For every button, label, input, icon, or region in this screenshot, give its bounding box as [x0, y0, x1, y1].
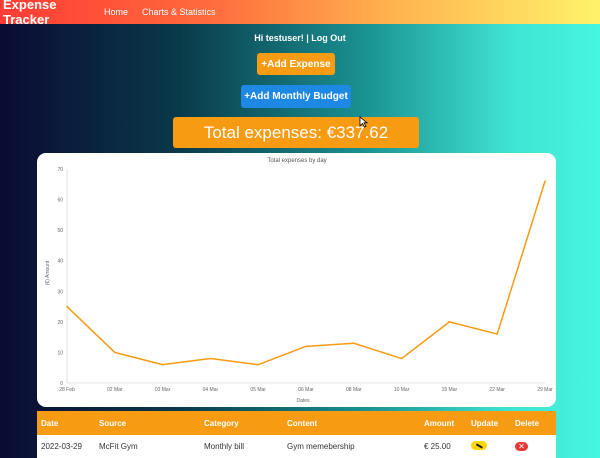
data-point[interactable] — [114, 351, 116, 354]
data-point[interactable] — [448, 321, 451, 323]
edit-pencil-icon[interactable] — [471, 441, 487, 450]
header-amount: Amount — [424, 418, 455, 428]
y-tick-label: 30 — [57, 289, 63, 295]
header-content: Content — [287, 418, 318, 428]
header-category: Category — [204, 418, 239, 428]
x-tick-label: 04 Mar — [203, 387, 219, 393]
nav-link-home[interactable]: Home — [104, 7, 128, 17]
user-greeting-bar: Hi testuser! | Log Out — [0, 33, 600, 43]
chart-title: Total expenses by day — [267, 158, 326, 164]
x-tick-label: 03 Mar — [155, 387, 171, 393]
expenses-chart-card: Total expenses by day 0 10 20 30 40 50 60 70 28… — [37, 153, 556, 407]
y-tick-label: 10 — [57, 350, 63, 356]
mouse-pointer-icon — [359, 116, 368, 128]
x-tick-label: 02 Mar — [107, 387, 123, 393]
y-axis-label: (€) Amount — [45, 260, 51, 285]
data-point[interactable] — [496, 333, 499, 335]
data-point[interactable] — [66, 305, 68, 308]
data-point[interactable] — [305, 345, 307, 348]
x-tick-label: 29 Mar — [537, 387, 553, 393]
x-tick-label: 06 Mar — [298, 387, 314, 393]
header-delete: Delete — [515, 418, 540, 428]
nav-link-charts[interactable]: Charts & Statistics — [142, 7, 216, 17]
cell-date: 2022-03-29 — [41, 442, 82, 451]
x-tick-label: 15 Mar — [442, 387, 458, 393]
header-date: Date — [41, 418, 59, 428]
expenses-line-chart: Total expenses by day 010203040506070 28… — [45, 158, 553, 404]
table-header: Date Source Category Content Amount Upda… — [37, 411, 556, 435]
x-tick-label: 08 Mar — [346, 387, 362, 393]
cell-source: McFit Gym — [99, 442, 138, 451]
data-point[interactable] — [400, 357, 403, 360]
x-tick-label: 22 Mar — [489, 387, 505, 393]
x-axis: 28 Feb 02 Mar 03 Mar 04 Mar 05 Mar 06 Mar 08 M… — [59, 382, 553, 393]
expenses-series — [66, 180, 546, 366]
y-tick-label: 50 — [57, 228, 63, 234]
y-tick-label: 60 — [57, 198, 63, 204]
y-tick-label: 70 — [57, 167, 63, 173]
data-point[interactable] — [544, 180, 546, 183]
header-update: Update — [471, 418, 499, 428]
header-source: Source — [99, 418, 127, 428]
navbar: Expense Tracker Home Charts & Statistics — [0, 0, 600, 27]
data-point[interactable] — [209, 357, 212, 360]
add-monthly-budget-button[interactable]: +Add Monthly Budget — [241, 85, 351, 108]
x-tick-label: 05 Mar — [250, 387, 266, 393]
x-tick-label: 28 Feb — [59, 387, 75, 393]
data-point[interactable] — [257, 363, 259, 366]
y-tick-label: 20 — [57, 320, 63, 326]
greeting-text: Hi testuser! | — [254, 33, 312, 43]
data-point[interactable] — [353, 342, 355, 345]
y-tick-label: 40 — [57, 259, 63, 265]
cell-content: Gym memebership — [287, 442, 355, 451]
x-tick-label: 10 Mar — [394, 387, 410, 393]
y-axis: 010203040506070 — [57, 167, 68, 387]
total-expenses-banner: Total expenses: €337.62 — [173, 117, 419, 148]
add-expense-button[interactable]: +Add Expense — [257, 53, 335, 75]
update-cell — [471, 441, 515, 452]
expenses-table: Date Source Category Content Amount Upda… — [37, 411, 556, 458]
series-line — [66, 181, 546, 366]
data-point[interactable] — [161, 363, 164, 366]
table-row: 2022-03-29 McFit Gym Monthly bill Gym me… — [37, 435, 556, 458]
cell-category: Monthly bill — [204, 442, 245, 451]
cell-amount: € 25.00 — [424, 442, 451, 451]
delete-cell: ✕ — [515, 442, 556, 451]
delete-x-icon[interactable]: ✕ — [515, 442, 528, 451]
x-axis-label: Dates — [296, 398, 310, 404]
brand-title[interactable]: Expense Tracker — [0, 0, 90, 27]
logout-link[interactable]: Log Out — [311, 33, 346, 43]
